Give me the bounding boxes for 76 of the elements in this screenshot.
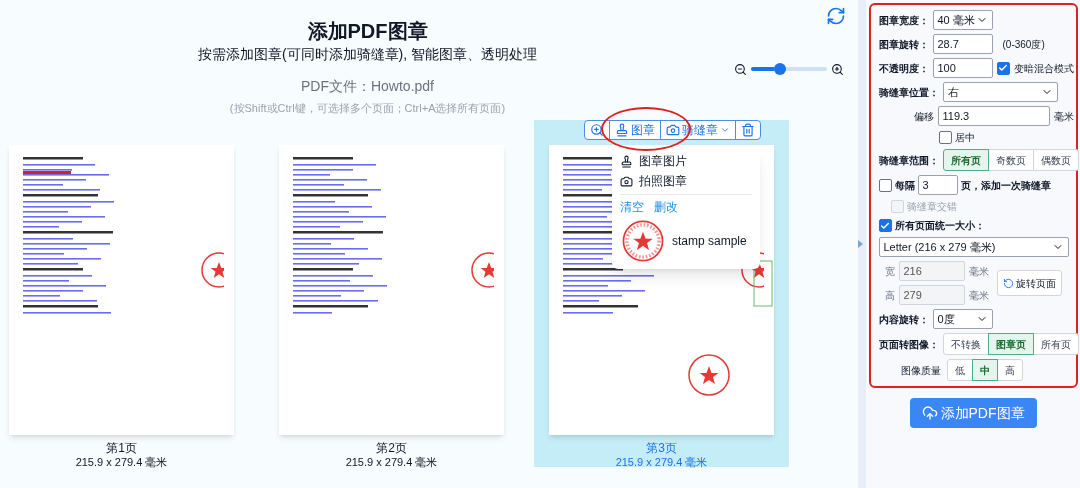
field-label: 图像质量 <box>900 363 941 378</box>
zoom-out-icon[interactable] <box>734 62 747 76</box>
add-stamp-button[interactable]: 添加PDF图章 <box>909 398 1037 428</box>
camera-icon <box>666 123 680 137</box>
segment-option[interactable]: 低 <box>946 359 973 381</box>
checkbox[interactable] <box>878 178 892 192</box>
page-size: 215.9 x 279.4 毫米 <box>75 455 168 469</box>
field-label: 骑缝章范围： <box>878 153 939 168</box>
page-card[interactable]: 第1页 215.9 x 279.4 毫米 <box>0 120 249 467</box>
file-name: PDF文件：Howto.pdf <box>300 77 434 96</box>
width-select[interactable]: 40 毫米 <box>932 10 993 30</box>
checkbox-label: 居中 <box>954 131 975 145</box>
segment-option[interactable]: 所有页 <box>942 149 989 171</box>
position-select[interactable]: 右 <box>942 82 1058 102</box>
segment-option[interactable]: 偶数页 <box>1032 149 1079 171</box>
refresh-icon[interactable] <box>826 6 846 26</box>
page-subtitle: 按需添加图章(可同时添加骑缝章), 智能图章、透明处理 <box>197 45 538 64</box>
checkbox-label: 变暗混合模式 <box>1013 61 1074 76</box>
opacity-field[interactable]: 100 <box>932 58 993 78</box>
segment-option[interactable]: 奇数页 <box>987 149 1034 171</box>
checkbox[interactable] <box>878 219 892 232</box>
page-size-select[interactable]: Letter (216 x 279 毫米) <box>878 237 1069 257</box>
menu-action-link[interactable]: 清空 <box>620 198 644 216</box>
page-label: 第3页 <box>646 441 677 455</box>
checkbox-label: 骑缝章交错 <box>906 200 957 214</box>
field-label: 偏移 <box>913 109 934 124</box>
content-rotation-select[interactable]: 0度 <box>932 309 993 329</box>
selection-hint: (按Shift或Ctrl键，可选择多个页面；Ctrl+A选择所有页面) <box>229 101 506 116</box>
rotation-field[interactable]: 28.7 <box>932 34 993 54</box>
toolbar-button[interactable]: 图章 <box>609 121 660 139</box>
field-label: 内容旋转： <box>878 312 929 327</box>
checkbox[interactable] <box>938 131 952 144</box>
stamp-icon <box>620 154 633 168</box>
field-label: 图章旋转： <box>878 37 929 52</box>
unit-label: 毫米 <box>968 264 989 279</box>
trash-icon <box>741 123 755 137</box>
slider-thumb[interactable] <box>773 63 786 75</box>
zoom-in-icon <box>590 123 604 137</box>
menu-item[interactable]: 拍照图章 <box>620 171 752 191</box>
page-title: 添加PDF图章 <box>307 19 428 44</box>
field-label: 宽 <box>884 264 895 279</box>
page-size: 215.9 x 279.4 毫米 <box>615 455 708 469</box>
page-card[interactable]: 第2页 215.9 x 279.4 毫米 <box>264 120 519 467</box>
camera-icon <box>620 174 633 188</box>
caret-icon <box>720 125 730 135</box>
rotate-page-button[interactable]: 旋转页面 <box>996 270 1062 296</box>
segment-option[interactable]: 所有页 <box>1032 333 1079 355</box>
field-label: 骑缝章位置： <box>878 85 939 100</box>
unit-label: 毫米 <box>968 288 989 303</box>
stamp-option[interactable]: stamp sample <box>620 218 752 264</box>
page-size: 215.9 x 279.4 毫米 <box>345 455 438 469</box>
stamp-icon <box>615 123 629 137</box>
checkbox[interactable] <box>996 61 1010 75</box>
field-label: 图章宽度： <box>878 13 929 28</box>
field-label: 所有页面统一大小： <box>894 219 985 233</box>
segment-option[interactable]: 高 <box>996 359 1023 381</box>
menu-item[interactable]: 图章图片 <box>620 151 752 171</box>
field-label: 每隔 <box>894 178 915 193</box>
cloud-upload-icon <box>921 405 938 421</box>
page-label: 第1页 <box>106 441 137 455</box>
rotate-icon <box>1002 277 1014 289</box>
page-label: 第2页 <box>376 441 407 455</box>
segment-option[interactable]: 不转换 <box>942 333 989 355</box>
field-label: 页，添加一次骑缝章 <box>960 178 1051 193</box>
unit-label: 毫米 <box>1053 109 1074 124</box>
stamp-icon <box>620 218 666 264</box>
range-hint: (0-360度) <box>1002 37 1045 52</box>
offset-field[interactable]: 119.3 <box>937 106 1050 126</box>
field-label: 高 <box>884 288 895 303</box>
menu-action-link[interactable]: 删改 <box>654 198 678 216</box>
interval-field[interactable]: 3 <box>917 175 958 195</box>
segment-option[interactable]: 中 <box>971 359 998 381</box>
field-label: 不透明度： <box>878 61 929 76</box>
field-label: 页面转图像： <box>878 337 939 352</box>
zoom-in-icon[interactable] <box>831 62 844 76</box>
segment-option[interactable]: 图章页 <box>987 333 1034 355</box>
